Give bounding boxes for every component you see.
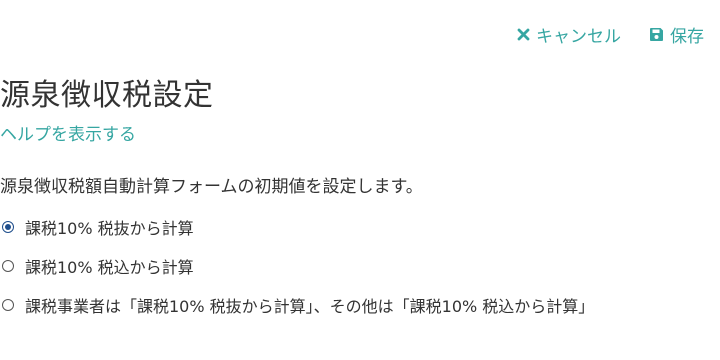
- help-link[interactable]: ヘルプを表示する: [0, 120, 136, 145]
- page-title: 源泉徴収税設定: [0, 78, 214, 113]
- radio-button[interactable]: [2, 260, 14, 272]
- cancel-button[interactable]: キャンセル: [517, 22, 621, 47]
- close-icon: [517, 28, 530, 41]
- floppy-disk-icon: [649, 27, 664, 42]
- save-button[interactable]: 保存: [649, 22, 704, 47]
- description-text: 源泉徴収税額自動計算フォームの初期値を設定します。: [0, 177, 423, 197]
- option-label: 課税10% 税抜から計算: [25, 219, 194, 238]
- option-tax-exclusive[interactable]: 課税10% 税抜から計算: [0, 216, 720, 238]
- option-label: 課税事業者は「課税10% 税抜から計算」、その他は「課税10% 税込から計算」: [25, 297, 595, 316]
- withholding-tax-settings-page: キャンセル 保存 源泉徴収税設定 ヘルプを表示する 源泉徴収税額自動計算フォーム…: [0, 0, 720, 360]
- option-label: 課税10% 税込から計算: [25, 258, 194, 277]
- option-by-business-type[interactable]: 課税事業者は「課税10% 税抜から計算」、その他は「課税10% 税込から計算」: [0, 294, 720, 316]
- calculation-method-radio-group: 課税10% 税抜から計算 課税10% 税込から計算 課税事業者は「課税10% 税…: [0, 216, 720, 333]
- cancel-label: キャンセル: [536, 27, 621, 47]
- radio-button[interactable]: [2, 221, 14, 233]
- toolbar: キャンセル 保存: [517, 22, 704, 47]
- radio-button[interactable]: [2, 299, 14, 311]
- save-label: 保存: [670, 27, 704, 47]
- option-tax-inclusive[interactable]: 課税10% 税込から計算: [0, 255, 720, 277]
